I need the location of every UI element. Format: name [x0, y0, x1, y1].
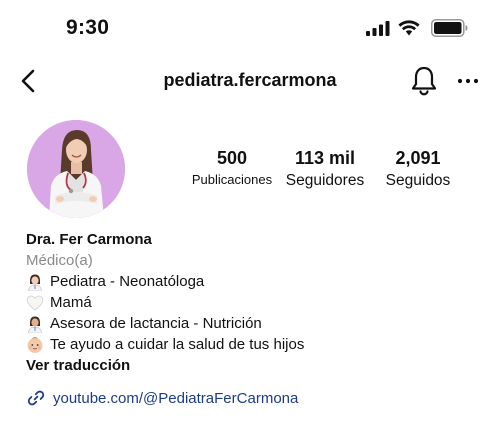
woman-health-worker-emoji — [28, 316, 42, 333]
bio-line-text: Pediatra - Neonatóloga — [50, 273, 205, 290]
link-icon — [27, 390, 45, 406]
bio-line-text: Mamá — [50, 294, 92, 311]
posts-count: 500 — [216, 148, 248, 168]
battery-icon — [431, 19, 468, 37]
external-link[interactable]: youtube.com/@PediatraFerCarmona — [26, 388, 298, 408]
profile-name: Dra. Fer Carmona — [26, 231, 152, 248]
stat-following[interactable]: 2,091 Seguidos — [376, 148, 460, 190]
bio-line: Pediatra - Neonatóloga — [26, 271, 476, 292]
wifi-icon — [398, 20, 420, 36]
bell-icon[interactable] — [410, 65, 438, 97]
see-translation-button[interactable]: Ver traducción — [26, 355, 476, 377]
bio-line-text: Te ayudo a cuidar la salud de tus hijos — [50, 336, 305, 353]
followers-label: Seguidores — [285, 172, 365, 189]
stat-followers[interactable]: 113 mil Seguidores — [280, 148, 370, 190]
profile-header: pediatra.fercarmona — [0, 58, 500, 104]
status-time: 9:30 — [66, 16, 110, 39]
cellular-signal-icon — [366, 21, 390, 36]
avatar-image — [27, 120, 125, 218]
more-horizontal-icon[interactable] — [456, 67, 480, 95]
woman-health-worker-emoji — [28, 274, 42, 291]
profile-bio: Dra. Fer Carmona Médico(a) Pediatra - Ne… — [26, 229, 476, 377]
external-link-text[interactable]: youtube.com/@PediatraFerCarmona — [53, 390, 298, 407]
following-count: 2,091 — [395, 148, 441, 168]
stat-posts[interactable]: 500 Publicaciones — [184, 148, 280, 187]
baby-emoji — [27, 336, 43, 353]
bio-line: Mamá — [26, 292, 476, 313]
status-bar: 9:30 — [0, 0, 500, 56]
white-heart-emoji — [26, 295, 44, 311]
profile-category: Médico(a) — [26, 252, 93, 269]
bio-line: Te ayudo a cuidar la salud de tus hijos — [26, 334, 476, 355]
bio-line: Asesora de lactancia - Nutrición — [26, 313, 476, 334]
following-label: Seguidos — [385, 172, 451, 189]
profile-avatar[interactable] — [27, 120, 125, 218]
posts-label: Publicaciones — [191, 172, 273, 187]
bio-line-text: Asesora de lactancia - Nutrición — [50, 315, 262, 332]
followers-count: 113 mil — [294, 148, 356, 168]
